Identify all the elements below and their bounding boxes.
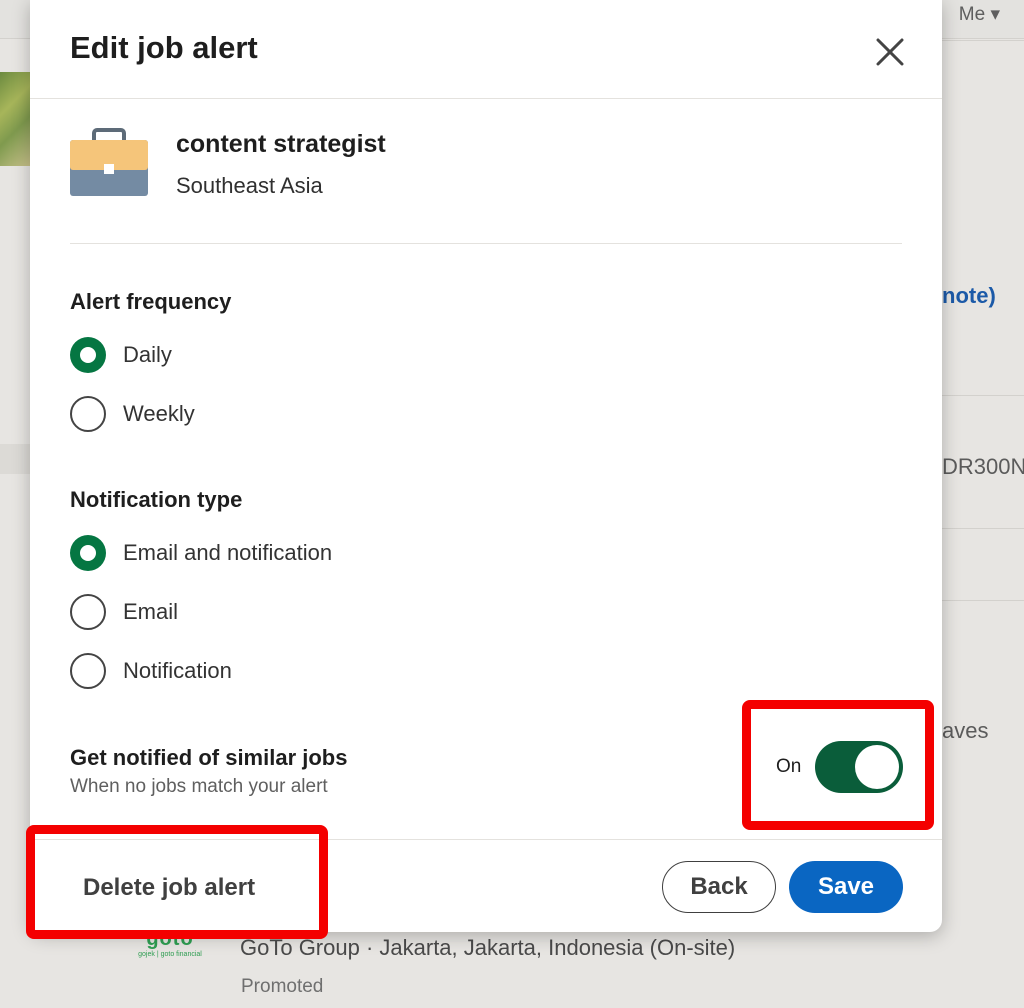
notification-type-label: Notification type — [70, 487, 243, 512]
background-job-text: DR300N — [942, 454, 1024, 479]
close-button[interactable] — [870, 32, 910, 72]
background-divider — [942, 395, 1024, 396]
background-cover-image — [0, 72, 30, 166]
frequency-option-daily[interactable]: Daily — [70, 335, 172, 375]
background-job-link[interactable]: note) — [942, 283, 996, 309]
background-divider — [942, 528, 1024, 529]
frequency-option-weekly[interactable]: Weekly — [70, 394, 195, 434]
company-logo[interactable]: goto gojek | goto financial — [138, 928, 202, 968]
toggle-knob — [855, 745, 899, 789]
caret-down-icon: ▾ — [990, 4, 1000, 25]
back-button[interactable]: Back — [662, 861, 776, 913]
dialog-header: Edit job alert — [30, 0, 942, 99]
toggle-state-label: On — [776, 756, 802, 777]
section-divider — [70, 243, 902, 244]
background-divider — [942, 40, 1024, 41]
notification-option-email-and-notification[interactable]: Email and notification — [70, 533, 332, 573]
radio-label: Weekly — [123, 401, 195, 426]
background-job-line[interactable]: GoTo Group · Jakarta, Jakarta, Indonesia… — [240, 935, 735, 961]
radio-unchecked-icon[interactable] — [70, 396, 106, 432]
dialog-title: Edit job alert — [70, 30, 258, 65]
radio-label: Daily — [123, 342, 172, 367]
promoted-label: Promoted — [241, 976, 324, 997]
radio-unchecked-icon[interactable] — [70, 653, 106, 689]
radio-label: Email and notification — [123, 540, 333, 565]
footer-divider — [30, 839, 942, 840]
me-menu[interactable]: Me ▾ — [959, 3, 1000, 26]
radio-label: Notification — [123, 658, 232, 683]
delete-job-alert-button[interactable]: Delete job alert — [70, 864, 290, 912]
similar-jobs-toggle[interactable] — [815, 741, 903, 793]
job-alert-location: Southeast Asia — [176, 173, 323, 198]
radio-checked-icon[interactable] — [70, 337, 106, 373]
briefcase-icon — [68, 128, 150, 198]
radio-checked-icon[interactable] — [70, 535, 106, 571]
similar-jobs-subtitle: When no jobs match your alert — [70, 776, 328, 797]
background-divider — [942, 600, 1024, 601]
radio-label: Email — [123, 599, 179, 624]
job-alert-title: content strategist — [176, 130, 386, 158]
radio-unchecked-icon[interactable] — [70, 594, 106, 630]
notification-option-email[interactable]: Email — [70, 592, 178, 632]
me-label: Me — [958, 4, 986, 25]
alert-frequency-label: Alert frequency — [70, 289, 232, 314]
background-job-text: aves — [942, 718, 989, 743]
close-icon — [876, 38, 904, 66]
edit-job-alert-dialog: Edit job alert content strategist Southe… — [30, 0, 942, 932]
notification-option-notification[interactable]: Notification — [70, 651, 232, 691]
background-panel — [0, 444, 30, 474]
similar-jobs-title: Get notified of similar jobs — [70, 745, 348, 770]
save-button[interactable]: Save — [789, 861, 903, 913]
